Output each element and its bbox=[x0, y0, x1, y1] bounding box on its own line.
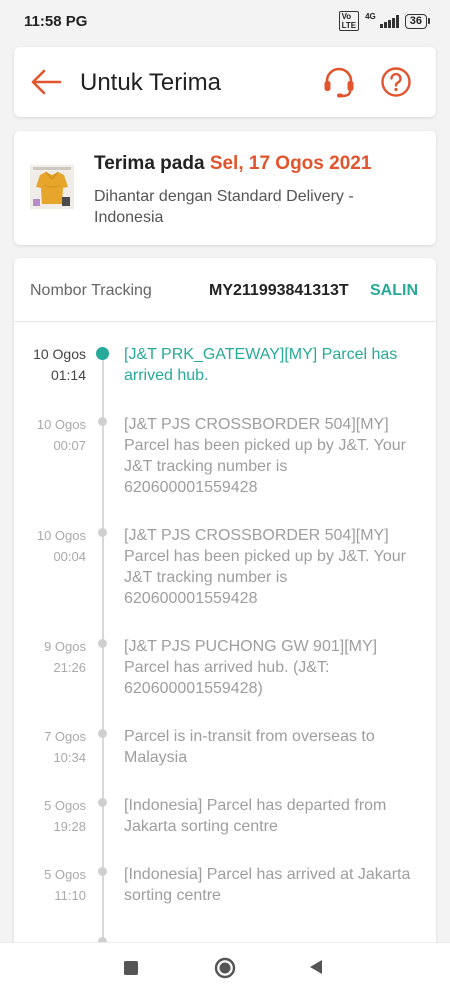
delivery-info-card: Terima pada Sel, 17 Ogos 2021 Dihantar d… bbox=[14, 131, 436, 245]
event-datetime: 5 Ogos 19:28 bbox=[44, 798, 86, 834]
timeline-dot bbox=[98, 798, 107, 807]
timeline-dot bbox=[98, 639, 107, 648]
home-icon[interactable] bbox=[214, 957, 236, 984]
timeline-dot bbox=[98, 729, 107, 738]
headset-icon[interactable] bbox=[322, 66, 356, 98]
recent-apps-icon[interactable] bbox=[124, 961, 138, 980]
product-thumbnail bbox=[30, 165, 74, 209]
event-description: Parcel is in-transit from overseas to Ma… bbox=[124, 728, 375, 766]
timeline-dot bbox=[98, 417, 107, 426]
delivery-method: Dihantar dengan Standard Delivery - Indo… bbox=[94, 188, 354, 226]
app-header: Untuk Terima bbox=[14, 47, 436, 117]
event-description: [J&T PJS CROSSBORDER 504][MY] Parcel has… bbox=[124, 416, 406, 496]
page-title: Untuk Terima bbox=[80, 69, 221, 96]
tracking-header: Nombor Tracking MY211993841313T SALIN bbox=[14, 258, 436, 322]
event-description: [Indonesia] Parcel has arrived at Jakart… bbox=[124, 866, 411, 904]
event-datetime: 10 Ogos 00:07 bbox=[36, 417, 86, 453]
signal-icon bbox=[379, 14, 399, 28]
back-arrow-icon[interactable] bbox=[30, 67, 62, 97]
status-time: 11:58 PG bbox=[24, 12, 88, 30]
system-nav-bar bbox=[0, 942, 450, 1001]
event-datetime: 9 Ogos 21:26 bbox=[44, 639, 86, 675]
timeline-dot bbox=[98, 867, 107, 876]
battery-level: 36 bbox=[404, 13, 427, 29]
event-description: [Indonesia] Parcel has departed from Jak… bbox=[124, 797, 387, 835]
status-icons: Vo LTE 4G 36 bbox=[338, 11, 430, 31]
tracking-label: Nombor Tracking bbox=[30, 282, 152, 299]
event-description: [J&T PJS CROSSBORDER 504][MY] Parcel has… bbox=[124, 527, 406, 607]
tracking-card: Nombor Tracking MY211993841313T SALIN 10… bbox=[14, 258, 436, 958]
help-icon[interactable] bbox=[380, 66, 412, 98]
tracking-number: MY211993841313T bbox=[209, 282, 349, 299]
event-datetime: 10 Ogos 01:14 bbox=[33, 346, 86, 383]
network-type: 4G bbox=[365, 11, 376, 21]
copy-tracking-button[interactable]: SALIN bbox=[370, 282, 418, 300]
delivery-date: Sel, 17 Ogos 2021 bbox=[209, 153, 372, 174]
timeline-dot bbox=[96, 347, 109, 360]
status-bar: 11:58 PG Vo LTE 4G 36 bbox=[0, 0, 450, 42]
delivery-prefix: Terima pada bbox=[94, 153, 205, 174]
volte-icon: Vo LTE bbox=[338, 11, 360, 31]
battery-icon: 36 bbox=[404, 13, 430, 29]
event-description: [J&T PRK_GATEWAY][MY] Parcel has arrived… bbox=[124, 346, 398, 384]
event-datetime: 7 Ogos 10:34 bbox=[44, 729, 86, 765]
event-datetime: 5 Ogos 11:10 bbox=[44, 867, 86, 903]
event-datetime: 10 Ogos 00:04 bbox=[36, 528, 86, 564]
timeline-dot bbox=[98, 528, 107, 537]
back-icon[interactable] bbox=[308, 958, 324, 981]
event-description: [J&T PJS PUCHONG GW 901][MY] Parcel has … bbox=[124, 638, 378, 697]
delivery-date-line: Terima pada Sel, 17 Ogos 2021 bbox=[94, 153, 371, 175]
